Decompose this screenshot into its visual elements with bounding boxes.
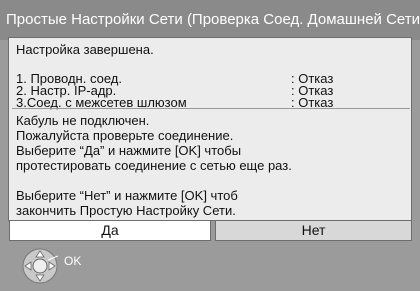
message-line: протестировать соединение с сетью еще ра…: [16, 158, 292, 173]
divider: [12, 108, 410, 109]
yes-button[interactable]: Да: [9, 220, 211, 241]
message-line: закончить Простую Настройку Сети.: [16, 203, 236, 218]
message-line: Выберите “Нет” и нажмите [OK] чтоб: [16, 188, 238, 203]
message-line: Пожалуйста проверьте соединение.: [16, 128, 234, 143]
message-line: Выберите “Да” и нажмите [OK] чтобы: [16, 143, 242, 158]
ok-hint-label: OK: [64, 254, 82, 268]
no-button[interactable]: Нет: [215, 220, 412, 241]
status-title: Настройка завершена.: [16, 42, 154, 57]
status-panel: Настройка завершена. 1. Проводн. соед. :…: [14, 40, 408, 110]
dialog-title: Простые Настройки Сети (Проверка Соед. Д…: [0, 0, 420, 40]
dpad-icon: [22, 248, 58, 284]
message-line: Кабуль не подключен.: [16, 113, 150, 128]
message-text: Кабуль не подключен. Пожалуйста проверьт…: [14, 111, 408, 218]
dialog-panel: Настройка завершена. 1. Проводн. соед. :…: [8, 37, 412, 221]
